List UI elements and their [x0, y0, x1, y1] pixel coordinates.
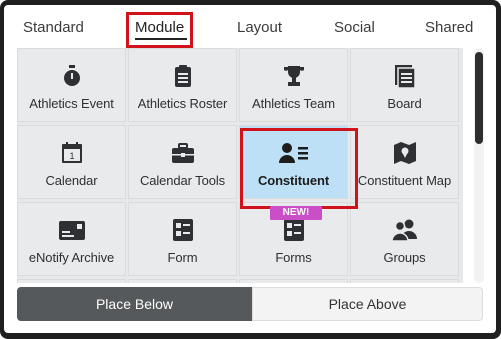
- tile-enotify-archive[interactable]: eNotify Archive: [17, 202, 126, 276]
- tab-shared[interactable]: Shared: [425, 19, 473, 36]
- stopwatch-icon: [61, 64, 83, 88]
- tile-partial[interactable]: [128, 279, 237, 283]
- tile-label: eNotify Archive: [28, 250, 115, 265]
- tile-athletics-roster[interactable]: Athletics Roster: [128, 48, 237, 122]
- tab-standard[interactable]: Standard: [23, 19, 84, 36]
- briefcase-icon: [171, 141, 195, 165]
- trophy-icon: [282, 64, 306, 88]
- new-badge: NEW!: [270, 206, 322, 220]
- tile-label: Form: [167, 250, 198, 265]
- tile-label: Calendar: [45, 173, 98, 188]
- tile-label: Athletics Event: [29, 96, 114, 111]
- scrollbar-thumb[interactable]: [475, 52, 483, 144]
- tile-constituent-map[interactable]: Constituent Map: [350, 125, 459, 199]
- form-icon: [172, 218, 194, 242]
- tile-athletics-team[interactable]: Athletics Team: [239, 48, 348, 122]
- person-list-icon: [278, 141, 309, 165]
- tile-partial[interactable]: [239, 279, 348, 283]
- svg-text:1: 1: [69, 151, 74, 161]
- tile-label: Constituent Map: [357, 173, 452, 188]
- tile-label: Calendar Tools: [139, 173, 226, 188]
- tile-label: Groups: [383, 250, 426, 265]
- tab-bar: Standard Module Layout Social Shared: [4, 5, 496, 51]
- document-stack-icon: [394, 64, 416, 88]
- tile-partial[interactable]: [350, 279, 459, 283]
- map-pin-icon: [393, 141, 417, 165]
- tile-athletics-event[interactable]: Athletics Event: [17, 48, 126, 122]
- tab-layout[interactable]: Layout: [237, 19, 282, 36]
- tile-board[interactable]: Board: [350, 48, 459, 122]
- tile-form[interactable]: Form: [128, 202, 237, 276]
- forms-icon: [283, 218, 305, 242]
- tile-label: Forms: [275, 250, 312, 265]
- tile-partial[interactable]: [17, 279, 126, 283]
- tab-module[interactable]: Module: [135, 19, 184, 36]
- tile-groups[interactable]: Groups: [350, 202, 459, 276]
- clipboard-icon: [173, 64, 193, 88]
- place-above-button[interactable]: Place Above: [252, 287, 483, 321]
- tile-calendar-tools[interactable]: Calendar Tools: [128, 125, 237, 199]
- module-picker-panel: Standard Module Layout Social Shared Ath…: [4, 5, 496, 333]
- calendar-icon: 1: [60, 141, 84, 165]
- module-grid: Athletics Event Athletics Roster Athleti…: [17, 48, 463, 283]
- active-tab-underline: [135, 38, 187, 40]
- tile-label: Board: [387, 96, 422, 111]
- grid-scrollbar[interactable]: [474, 48, 484, 283]
- group-icon: [390, 218, 419, 242]
- tab-social[interactable]: Social: [334, 19, 375, 36]
- card-icon: [58, 218, 86, 242]
- dialog-frame: Standard Module Layout Social Shared Ath…: [0, 0, 501, 339]
- place-below-button[interactable]: Place Below: [17, 287, 252, 321]
- tile-label: Athletics Team: [252, 96, 335, 111]
- tile-calendar[interactable]: 1 Calendar: [17, 125, 126, 199]
- tile-label: Athletics Roster: [137, 96, 228, 111]
- tile-constituent[interactable]: Constituent: [239, 125, 348, 199]
- tile-label: Constituent: [257, 173, 330, 188]
